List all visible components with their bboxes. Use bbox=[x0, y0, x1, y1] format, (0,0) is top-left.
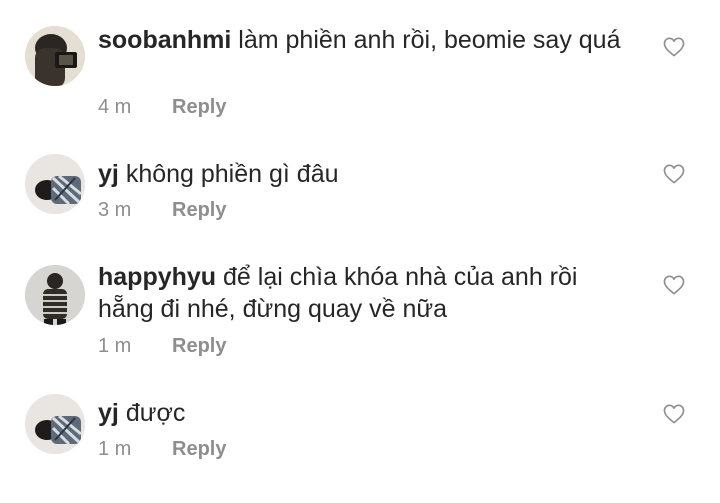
avatar-image bbox=[25, 154, 85, 214]
reply-button[interactable]: Reply bbox=[172, 335, 226, 357]
reply-button[interactable]: Reply bbox=[172, 199, 226, 221]
comment-time: 3 m bbox=[98, 199, 132, 221]
like-button[interactable] bbox=[663, 37, 685, 57]
heart-outline-icon bbox=[663, 275, 685, 295]
heart-outline-icon bbox=[663, 164, 685, 184]
comment-list: soobanhmi làm phiền anh rồi, beomie say … bbox=[0, 0, 720, 503]
avatar[interactable] bbox=[25, 154, 85, 214]
avatar-image bbox=[25, 394, 85, 454]
reply-button[interactable]: Reply bbox=[172, 438, 226, 460]
comment-time: 4 m bbox=[98, 96, 132, 118]
comment-body: được bbox=[125, 399, 186, 427]
avatar[interactable] bbox=[25, 26, 85, 86]
comment-time: 1 m bbox=[98, 438, 132, 460]
heart-outline-icon bbox=[663, 404, 685, 424]
avatar-image bbox=[25, 26, 85, 86]
comment-meta: 1 m Reply bbox=[98, 333, 226, 359]
comment-text: yj không phiền gì đâu bbox=[98, 158, 638, 190]
comment-meta: 3 m Reply bbox=[98, 197, 226, 223]
comment-text: soobanhmi làm phiền anh rồi, beomie say … bbox=[98, 24, 638, 56]
reply-button[interactable]: Reply bbox=[172, 96, 226, 118]
avatar[interactable] bbox=[25, 394, 85, 454]
comment-username[interactable]: yj bbox=[98, 399, 119, 427]
comment-meta: 4 m Reply bbox=[98, 94, 226, 120]
like-button[interactable] bbox=[663, 404, 685, 424]
comment-username[interactable]: yj bbox=[98, 160, 119, 188]
comment-username[interactable]: happyhyu bbox=[98, 263, 216, 291]
heart-outline-icon bbox=[663, 37, 685, 57]
like-button[interactable] bbox=[663, 275, 685, 295]
like-button[interactable] bbox=[663, 164, 685, 184]
comment-username[interactable]: soobanhmi bbox=[98, 26, 231, 54]
avatar-image bbox=[25, 265, 85, 325]
comment-text: happyhyu để lại chìa khóa nhà của anh rồ… bbox=[98, 261, 638, 325]
comment-body: không phiền gì đâu bbox=[125, 160, 339, 188]
comment-time: 1 m bbox=[98, 335, 132, 357]
comment-text: yj được bbox=[98, 397, 638, 429]
avatar[interactable] bbox=[25, 265, 85, 325]
comment-meta: 1 m Reply bbox=[98, 436, 226, 462]
comment-body: làm phiền anh rồi, beomie say quá bbox=[238, 26, 621, 54]
